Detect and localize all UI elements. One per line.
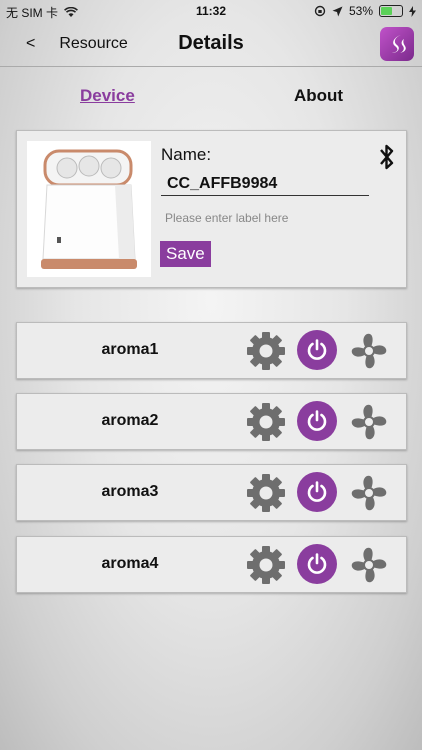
- battery-fill: [381, 7, 392, 15]
- fan-icon[interactable]: [347, 400, 391, 444]
- tab-device[interactable]: Device: [80, 86, 135, 106]
- power-icon: [307, 481, 327, 502]
- fan-icon[interactable]: [347, 471, 391, 515]
- device-product-image: [27, 141, 151, 277]
- gear-icon[interactable]: [245, 544, 287, 586]
- device-label-input[interactable]: [161, 209, 369, 227]
- power-icon: [307, 410, 327, 431]
- rotation-lock-icon: [314, 5, 326, 17]
- location-icon: [332, 6, 343, 16]
- fan-icon[interactable]: [347, 329, 391, 373]
- aroma-row: aroma2: [16, 393, 407, 450]
- charging-icon: [409, 5, 416, 17]
- page-title: Details: [178, 32, 244, 54]
- brand-logo-icon[interactable]: [380, 27, 414, 61]
- name-label: Name:: [161, 145, 212, 164]
- battery-percent: 53%: [348, 4, 373, 18]
- save-button[interactable]: Save: [160, 241, 211, 267]
- aroma-label: aroma2: [101, 412, 159, 429]
- aroma-row: aroma4: [16, 536, 407, 593]
- bluetooth-icon[interactable]: [378, 143, 396, 176]
- power-button[interactable]: [297, 401, 337, 441]
- power-icon: [307, 553, 327, 574]
- power-button[interactable]: [297, 330, 337, 370]
- aroma-label: aroma1: [101, 341, 159, 358]
- aroma-row: aroma3: [16, 464, 407, 521]
- power-button[interactable]: [297, 544, 337, 584]
- segment-tabs: Device About: [0, 86, 422, 110]
- status-right: 53%: [314, 4, 416, 18]
- power-icon: [307, 339, 327, 360]
- gear-icon[interactable]: [245, 472, 287, 514]
- aroma-label: aroma3: [101, 483, 159, 500]
- aroma-row: aroma1: [16, 322, 407, 379]
- power-button[interactable]: [297, 472, 337, 512]
- tab-about[interactable]: About: [294, 86, 343, 106]
- device-card: Name: CC_AFFB9984 Save: [16, 130, 407, 288]
- battery-icon: [379, 5, 403, 17]
- gear-icon[interactable]: [245, 401, 287, 443]
- device-name-value: CC_AFFB9984: [161, 175, 369, 196]
- nav-bar: < Resource Details: [0, 22, 422, 67]
- fan-icon[interactable]: [347, 543, 391, 587]
- aroma-label: aroma4: [101, 555, 159, 572]
- gear-icon[interactable]: [245, 330, 287, 372]
- status-bar: 无 SIM 卡 11:32 53%: [0, 0, 422, 22]
